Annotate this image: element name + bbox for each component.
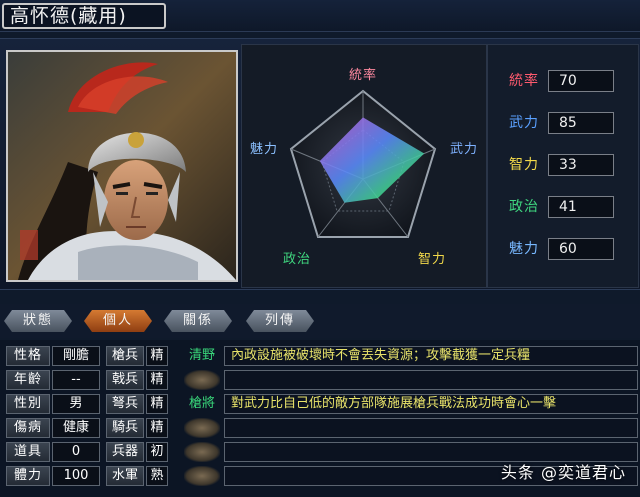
- radar-label-zhi: 智力: [418, 252, 446, 267]
- tab-biography[interactable]: 列傳: [246, 310, 314, 332]
- tab-personal[interactable]: 個人: [84, 310, 152, 332]
- radar-label-tong: 統率: [349, 67, 377, 83]
- troop-aptitude-grade: 精: [146, 394, 168, 414]
- stat-label: 政治: [509, 199, 539, 215]
- troop-aptitude-label: 騎兵: [106, 418, 144, 438]
- stat-label: 智力: [509, 157, 539, 173]
- troop-aptitude-grade: 精: [146, 346, 168, 366]
- troop-aptitude-label: 戟兵: [106, 370, 144, 390]
- radar-label-wu: 武力: [450, 142, 478, 157]
- profile-label: 道具: [6, 442, 50, 462]
- stat-label: 武力: [509, 115, 539, 131]
- profile-label: 性別: [6, 394, 50, 414]
- troop-aptitude-label: 槍兵: [106, 346, 144, 366]
- skill-description: 對武力比自己低的敵方部隊施展槍兵戰法成功時會心一擊: [224, 394, 638, 414]
- troop-aptitude-label: 弩兵: [106, 394, 144, 414]
- skill-name[interactable]: [184, 418, 220, 438]
- troop-aptitude-label: 水軍: [106, 466, 144, 486]
- officer-portrait: [6, 50, 238, 282]
- stat-value: 70: [548, 70, 614, 92]
- radar-label-zheng: 政治: [283, 252, 311, 267]
- ability-radar-chart: 統率 武力 智力 政治 魅力: [250, 67, 478, 267]
- skill-name[interactable]: [184, 442, 220, 462]
- skill-name[interactable]: [184, 466, 220, 486]
- troop-aptitude-grade: 精: [146, 370, 168, 390]
- stat-value: 85: [548, 112, 614, 134]
- skill-name[interactable]: [184, 370, 220, 390]
- profile-label: 性格: [6, 346, 50, 366]
- officer-name: 高怀德(藏用): [2, 3, 166, 29]
- skill-description: 內政設施被破壞時不會丟失資源；攻擊截獲一定兵糧: [224, 346, 638, 366]
- skill-name[interactable]: 清野: [184, 346, 220, 366]
- troop-aptitude-grade: 精: [146, 418, 168, 438]
- stat-value: 60: [548, 238, 614, 260]
- tab-relations[interactable]: 關係: [164, 310, 232, 332]
- skill-description: [224, 370, 638, 390]
- profile-value: 100: [52, 466, 100, 486]
- ability-radar-panel: 統率 武力 智力 政治 魅力: [241, 44, 487, 288]
- troop-aptitude-label: 兵器: [106, 442, 144, 462]
- stat-label: 統率: [509, 73, 539, 89]
- stat-label: 魅力: [509, 241, 539, 257]
- profile-value: --: [52, 370, 100, 390]
- portrait-image: [8, 52, 236, 280]
- radar-label-mei: 魅力: [250, 142, 278, 157]
- stat-value: 33: [548, 154, 614, 176]
- skill-description: [224, 418, 638, 438]
- skill-name[interactable]: 槍將: [184, 394, 220, 414]
- profile-value: 0: [52, 442, 100, 462]
- profile-value: 健康: [52, 418, 100, 438]
- profile-label: 體力: [6, 466, 50, 486]
- profile-label: 傷病: [6, 418, 50, 438]
- tab-status[interactable]: 狀態: [4, 310, 72, 332]
- profile-label: 年齡: [6, 370, 50, 390]
- stat-value: 41: [548, 196, 614, 218]
- profile-value: 剛膽: [52, 346, 100, 366]
- watermark: 头条 @奕道君心: [500, 463, 626, 482]
- troop-aptitude-grade: 熟: [146, 466, 168, 486]
- troop-aptitude-grade: 初: [146, 442, 168, 462]
- profile-value: 男: [52, 394, 100, 414]
